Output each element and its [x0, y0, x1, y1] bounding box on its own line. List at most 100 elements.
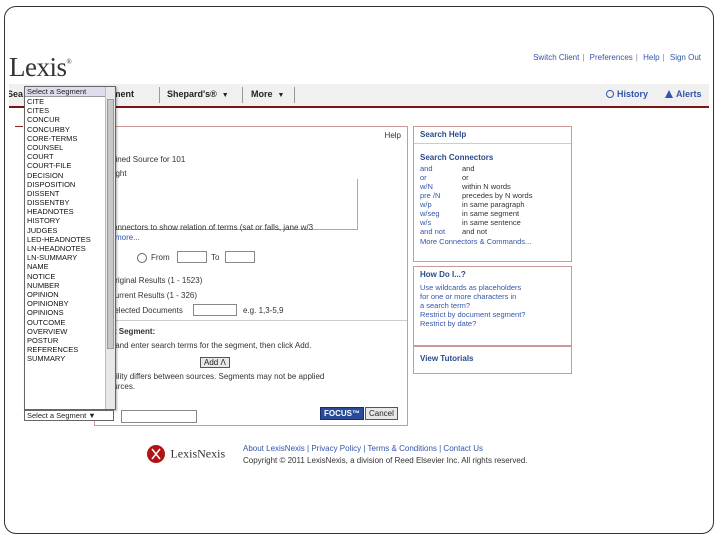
segment-option[interactable]: DISSENT: [25, 189, 115, 198]
segment-option[interactable]: NUMBER: [25, 281, 115, 290]
how-link[interactable]: a search term?: [420, 301, 470, 310]
focus-form: Help bined Source for 101 right connecto…: [35, 126, 408, 426]
selected-docs-example: e.g. 1,3-5,9: [243, 306, 284, 315]
search-connectors-title: Search Connectors: [420, 153, 494, 162]
up-arrow-icon: Λ: [220, 358, 226, 367]
copyright: Copyright © 2011 LexisNexis, a division …: [243, 456, 528, 465]
segment-option[interactable]: NAME: [25, 262, 115, 271]
help-link[interactable]: Help: [643, 53, 659, 62]
how-link[interactable]: Restrict by document segment?: [420, 310, 525, 319]
tutorials-box: View Tutorials: [413, 346, 572, 374]
segment-option[interactable]: REFERENCES: [25, 345, 115, 354]
more-link[interactable]: more...: [115, 233, 140, 242]
privacy-link[interactable]: Privacy Policy: [311, 444, 361, 453]
top-links: Switch Client | Preferences | Help | Sign O…: [533, 53, 701, 62]
nav-shepards[interactable]: Shepard's® ▼: [167, 89, 229, 99]
combined-source-text: bined Source for 101: [111, 155, 186, 164]
lexis-page: Lexis® Switch Client | Preferences | Help |…: [9, 46, 709, 492]
nav-alerts[interactable]: Alerts: [665, 89, 702, 99]
segment-option[interactable]: NOTICE: [25, 272, 115, 281]
nav-search[interactable]: Sea: [9, 89, 23, 99]
how-link[interactable]: Use wildcards as placeholders: [420, 283, 521, 292]
segment-option[interactable]: COUNSEL: [25, 143, 115, 152]
lexisnexis-footer-logo[interactable]: LexisNexis: [146, 444, 225, 464]
selected-docs-option[interactable]: Selected Documents: [109, 306, 183, 315]
segment-option[interactable]: HEADNOTES: [25, 207, 115, 216]
alert-icon: [665, 90, 673, 98]
segment-dropdown-list[interactable]: Select a Segment CITE CITES CONCUR CONCURBY…: [24, 86, 116, 410]
segment-option[interactable]: DISSENTBY: [25, 198, 115, 207]
segment-option[interactable]: CONCUR: [25, 115, 115, 124]
segment-option[interactable]: OPINIONBY: [25, 299, 115, 308]
segment-option[interactable]: HISTORY: [25, 216, 115, 225]
segment-option[interactable]: CITE: [25, 97, 115, 106]
terms-link[interactable]: Terms & Conditions: [368, 444, 437, 453]
contact-link[interactable]: Contact Us: [443, 444, 483, 453]
chevron-down-icon: ▼: [88, 411, 96, 420]
about-link[interactable]: About LexisNexis: [243, 444, 305, 453]
segment-dropdown-header[interactable]: Select a Segment: [25, 87, 115, 97]
segment-option[interactable]: OUTCOME: [25, 318, 115, 327]
segment-option[interactable]: LED-HEADNOTES: [25, 235, 115, 244]
segment-option[interactable]: CONCURBY: [25, 125, 115, 134]
segment-select[interactable]: Select a Segment ▼: [24, 410, 114, 421]
original-results-option[interactable]: Original Results (1 - 1523): [109, 276, 202, 285]
connector-row: pre /N precedes by N words: [420, 191, 533, 200]
scrollbar-thumb[interactable]: [107, 99, 114, 349]
lexis-logo[interactable]: Lexis®: [9, 52, 72, 83]
segment-option[interactable]: COURT-FILE: [25, 161, 115, 170]
nav-more[interactable]: More ▼: [251, 89, 284, 99]
from-input[interactable]: [177, 251, 207, 263]
segment-option[interactable]: COURT: [25, 152, 115, 161]
how-do-i-box: How Do I...? Use wildcards as placeholde…: [413, 266, 572, 346]
footer-links: About LexisNexis | Privacy Policy | Term…: [243, 444, 483, 453]
search-help-box: Search Help Search Connectors and and or o…: [413, 126, 572, 262]
segment-terms-input[interactable]: [121, 410, 197, 423]
segment-option[interactable]: DISPOSITION: [25, 180, 115, 189]
segment-option[interactable]: POSTUR: [25, 336, 115, 345]
add-button[interactable]: Add Λ: [200, 357, 230, 368]
connector-row: w/seg in same segment: [420, 209, 520, 218]
lexisnexis-logo-icon: [147, 445, 165, 463]
preferences-link[interactable]: Preferences: [590, 53, 633, 62]
sign-out-link[interactable]: Sign Out: [670, 53, 701, 62]
from-radio[interactable]: [137, 253, 147, 263]
more-connectors-link[interactable]: More Connectors & Commands...: [420, 237, 531, 246]
connector-row: and not and not: [420, 227, 488, 236]
connectors-hint: connectors to show relation of terms (sa…: [109, 223, 314, 232]
switch-client-link[interactable]: Switch Client: [533, 53, 579, 62]
dropdown-scrollbar[interactable]: [105, 87, 115, 409]
selected-docs-input[interactable]: [193, 304, 237, 316]
history-icon: [606, 90, 614, 98]
view-tutorials-link[interactable]: View Tutorials: [420, 354, 474, 363]
to-label: To: [211, 253, 220, 262]
segment-option[interactable]: LN-HEADNOTES: [25, 244, 115, 253]
segment-option[interactable]: OPINION: [25, 290, 115, 299]
current-results-option[interactable]: Current Results (1 - 326): [109, 291, 197, 300]
form-help-link[interactable]: Help: [385, 131, 401, 140]
connector-row: or or: [420, 173, 469, 182]
how-link[interactable]: Restrict by date?: [420, 319, 476, 328]
connector-row: w/N within N words: [420, 182, 511, 191]
segment-option[interactable]: OPINIONS: [25, 308, 115, 317]
segment-option[interactable]: SUMMARY: [25, 354, 115, 363]
segment-option[interactable]: JUDGES: [25, 226, 115, 235]
to-input[interactable]: [225, 251, 255, 263]
nav-history[interactable]: History: [606, 89, 648, 99]
cancel-button[interactable]: Cancel: [365, 407, 398, 420]
accent-bar: [15, 126, 23, 127]
segment-option[interactable]: DECISION: [25, 171, 115, 180]
connector-row: and and: [420, 164, 475, 173]
chevron-down-icon: ▼: [277, 92, 285, 99]
how-link[interactable]: for one or more characters in: [420, 292, 516, 301]
focus-button[interactable]: FOCUS™: [320, 407, 364, 420]
segment-option[interactable]: OVERVIEW: [25, 327, 115, 336]
segment-option[interactable]: CITES: [25, 106, 115, 115]
segment-option[interactable]: LN-SUMMARY: [25, 253, 115, 262]
connector-row: w/p in same paragraph: [420, 200, 525, 209]
how-do-i-title: How Do I...?: [420, 270, 466, 279]
chevron-down-icon: ▼: [221, 92, 229, 99]
segment-option[interactable]: CORE-TERMS: [25, 134, 115, 143]
segment-instruction: it and enter search terms for the segmen…: [109, 341, 312, 350]
footer-logo-text: LexisNexis: [170, 446, 226, 461]
